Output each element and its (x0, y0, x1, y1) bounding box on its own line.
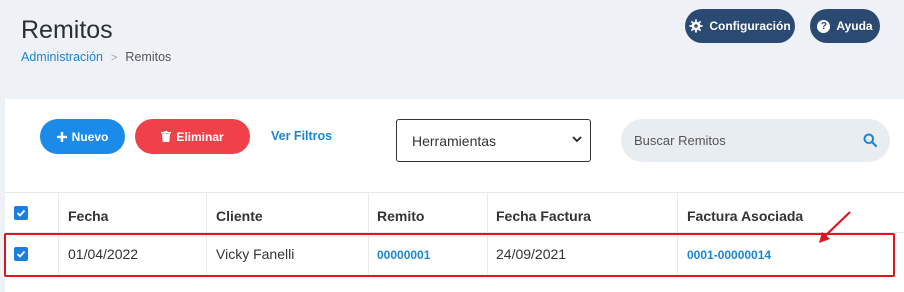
plus-icon (56, 131, 67, 142)
table-header: Fecha Cliente Remito Fecha Factura Factu… (5, 192, 904, 233)
breadcrumb-separator: > (110, 52, 118, 64)
column-header-factura-asociada[interactable]: Factura Asociada (687, 208, 803, 224)
configuration-button[interactable]: Configuración (685, 9, 795, 43)
category-select[interactable]: Herramientas (396, 119, 591, 162)
category-select-value: Herramientas (412, 133, 497, 149)
search-input[interactable]: Buscar Remitos (621, 119, 890, 162)
check-icon (16, 209, 26, 217)
column-header-fecha-factura[interactable]: Fecha Factura (496, 208, 591, 224)
trash-icon (161, 131, 172, 142)
delete-label: Eliminar (176, 129, 224, 144)
question-circle-icon: ? (817, 19, 831, 33)
breadcrumb: Administración > Remitos (21, 50, 171, 64)
search-placeholder: Buscar Remitos (634, 133, 726, 148)
column-header-cliente[interactable]: Cliente (216, 208, 263, 224)
new-button[interactable]: Nuevo (40, 119, 125, 154)
page-title: Remitos (21, 16, 113, 44)
gear-icon (689, 19, 703, 33)
new-label: Nuevo (71, 129, 109, 144)
column-header-fecha[interactable]: Fecha (68, 208, 108, 224)
show-filters-link[interactable]: Ver Filtros (271, 129, 332, 143)
arrow-annotation (819, 211, 851, 243)
help-button[interactable]: ? Ayuda (810, 9, 880, 43)
row-highlight-annotation (4, 233, 895, 277)
help-label: Ayuda (836, 19, 873, 33)
chevron-down-icon (572, 136, 582, 143)
breadcrumb-current: Remitos (125, 50, 172, 64)
delete-button[interactable]: Eliminar (135, 119, 250, 154)
select-all-checkbox[interactable] (14, 206, 28, 220)
column-header-remito[interactable]: Remito (377, 208, 424, 224)
breadcrumb-link-administracion[interactable]: Administración (21, 50, 103, 64)
search-icon[interactable] (863, 133, 877, 147)
configuration-label: Configuración (709, 19, 791, 33)
